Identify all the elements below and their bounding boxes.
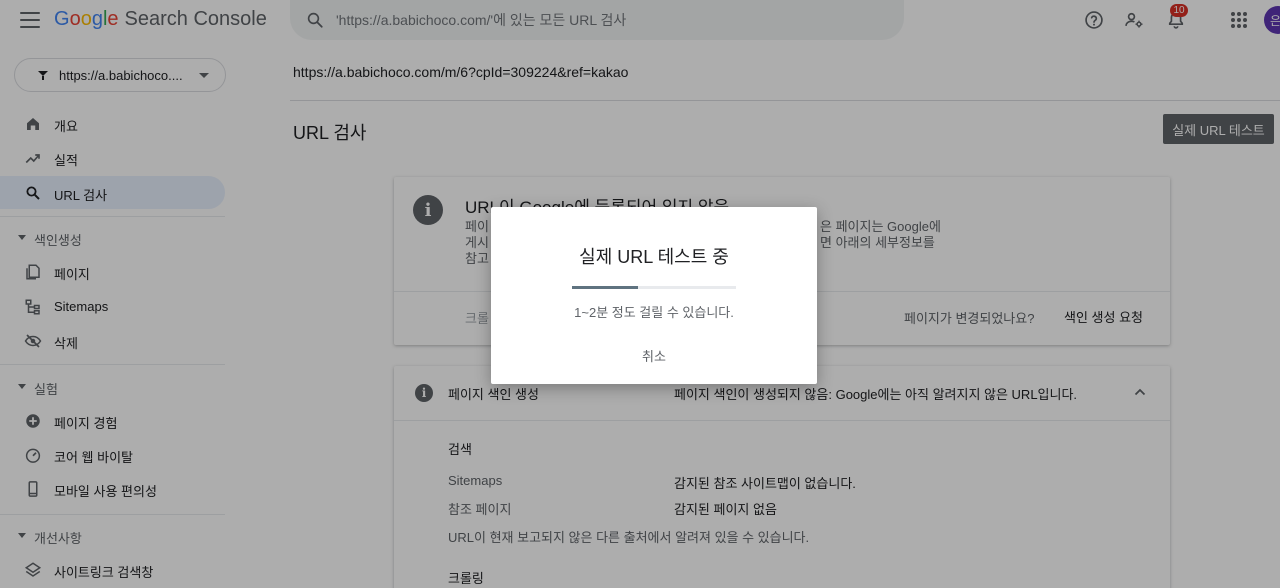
live-test-dialog: 실제 URL 테스트 중 1~2분 정도 걸릴 수 있습니다. 취소: [491, 207, 817, 384]
cancel-button[interactable]: 취소: [629, 345, 679, 365]
test-progress-fill: [572, 286, 638, 289]
dialog-title: 실제 URL 테스트 중: [579, 247, 729, 267]
test-progress-bar: [572, 286, 736, 289]
dialog-subtitle: 1~2분 정도 걸릴 수 있습니다.: [574, 305, 734, 320]
